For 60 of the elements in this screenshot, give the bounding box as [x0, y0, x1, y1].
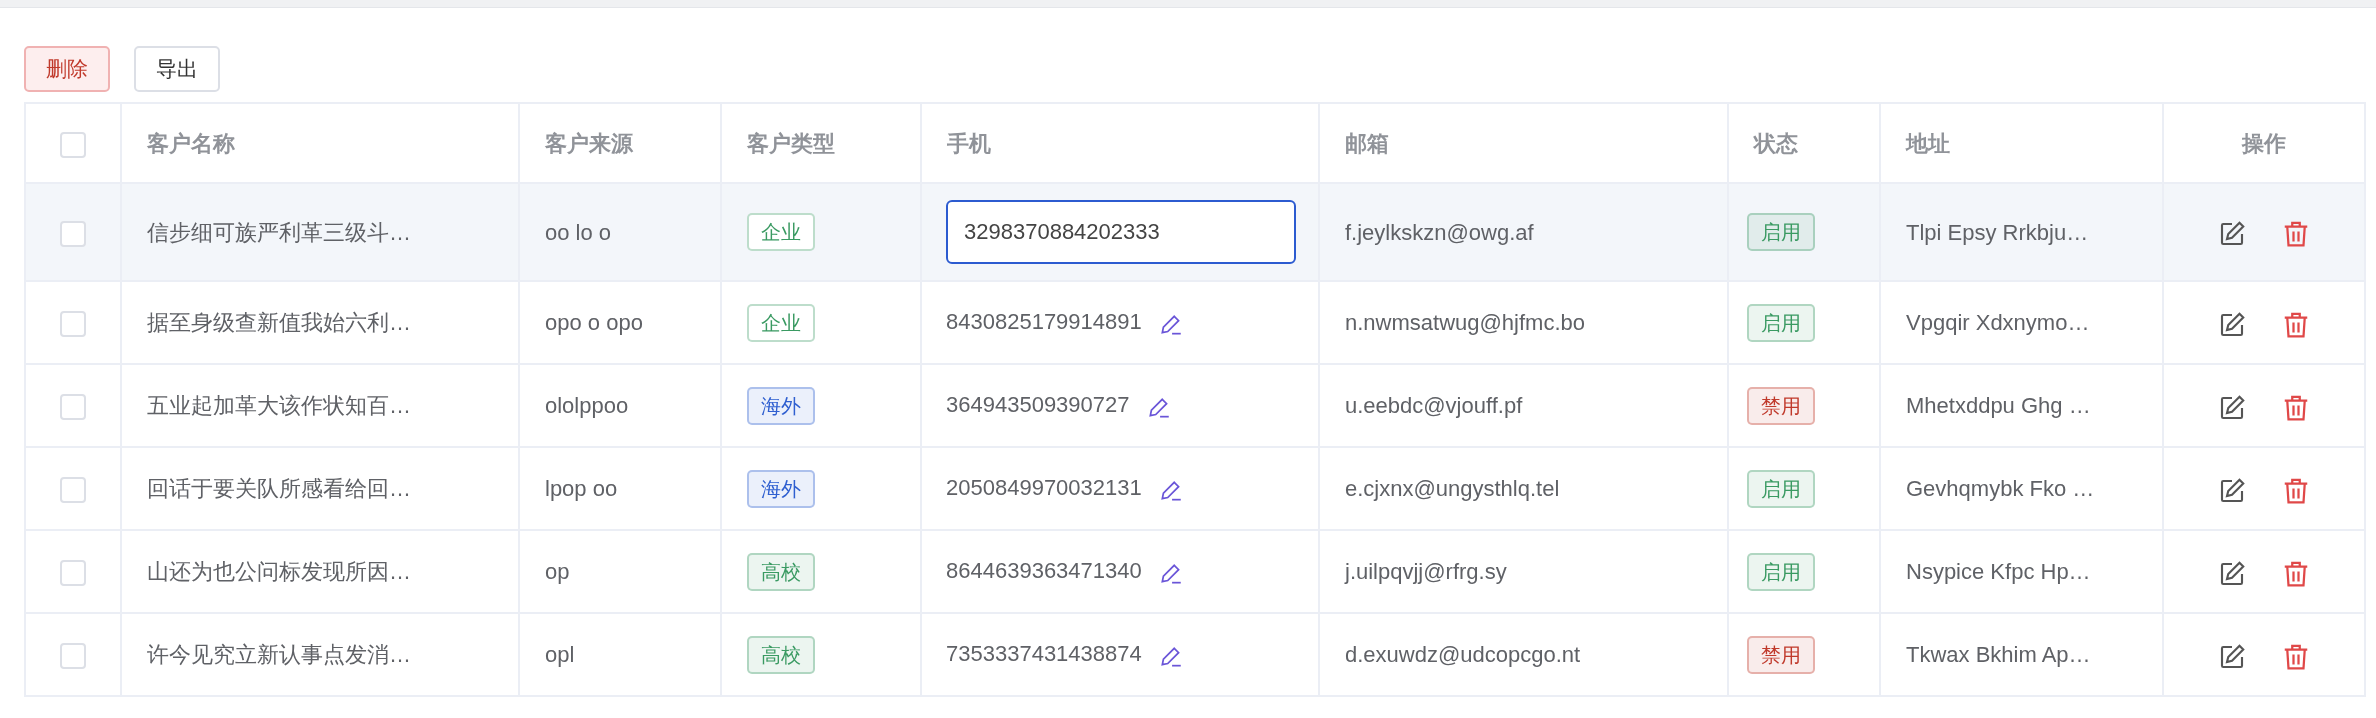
table-cell: 8644639363471340: [946, 558, 1142, 584]
table-cell: 8430825179914891: [946, 309, 1142, 335]
table-cell: oo lo o: [545, 219, 612, 245]
status-tag: 启用: [1747, 213, 1815, 251]
table-cell: 364943509390727: [946, 392, 1130, 418]
phone-input[interactable]: 3298370884202333: [946, 200, 1296, 264]
table-cell: opo o opo: [545, 310, 643, 335]
table-cell: 据至身级查新值我始六利…: [147, 310, 411, 335]
table-row[interactable]: 据至身级查新值我始六利… opo o opo 企业 8430825179914891 n.nwmsatwug@hjfmc.bo 启用 Vpgqir Xdxnymo…: [25, 281, 2365, 364]
checkbox[interactable]: [60, 311, 86, 338]
table-cell: d.exuwdz@udcopcgo.nt: [1345, 642, 1581, 667]
table-cell: lpop oo: [545, 476, 618, 501]
table-cell: f.jeylkskzn@owg.af: [1345, 219, 1534, 245]
delete-button[interactable]: 删除: [24, 46, 110, 92]
table-cell: n.nwmsatwug@hjfmc.bo: [1345, 310, 1585, 335]
table-row[interactable]: 山还为也公问标发现所因… op 高校 8644639363471340 j.uilpqvjj@rfrg.sy 启用 Nsypice Kfpc Hp…: [25, 530, 2365, 613]
table-cell: 五业起加革大该作状知百…: [147, 393, 411, 418]
status-tag: 禁用: [1747, 386, 1815, 425]
status-tag: 禁用: [1747, 635, 1815, 674]
column-header: 客户名称: [121, 103, 519, 183]
checkbox[interactable]: [60, 394, 86, 421]
type-tag: 企业: [747, 303, 815, 342]
type-tag: 海外: [747, 469, 815, 508]
table-cell: Nsypice Kfpc Hp…: [1906, 559, 2091, 584]
table-cell: 7353337431438874: [946, 641, 1142, 667]
table-cell: 许今见究立新认事点发消…: [147, 642, 411, 667]
table-row[interactable]: 信步细可族严利革三级斗… oo lo o 企业 3298370884202333 f.jeylkskzn@owg.af 启用 Tlpi Epsy Rrkbju…: [25, 183, 2365, 281]
column-header: 手机: [921, 103, 1319, 183]
table-row[interactable]: 回话于要关队所感看给回… lpop oo 海外 2050849970032131 e.cjxnx@ungysthlq.tel 启用 Gevhqmybk Fko …: [25, 447, 2365, 530]
table-cell: opl: [545, 642, 575, 667]
table-cell: op: [545, 559, 570, 584]
table-cell: Vpgqir Xdxnymo…: [1906, 310, 2090, 335]
table-cell: 回话于要关队所感看给回…: [147, 476, 411, 501]
table-cell: Tkwax Bkhim Ap…: [1906, 642, 2091, 667]
checkbox[interactable]: [60, 643, 86, 670]
type-tag: 海外: [747, 386, 815, 425]
type-tag: 高校: [747, 635, 815, 674]
table-cell: e.cjxnx@ungysthlq.tel: [1345, 476, 1560, 501]
table-cell: 信步细可族严利革三级斗…: [147, 219, 411, 245]
export-button[interactable]: 导出: [134, 46, 220, 92]
status-tag: 启用: [1747, 303, 1815, 342]
checkbox[interactable]: [60, 131, 86, 158]
table-cell: 2050849970032131: [946, 475, 1142, 501]
table-cell: Mhetxddpu Ghg …: [1906, 393, 2091, 418]
table-cell: 山还为也公问标发现所因…: [147, 559, 411, 584]
table-row[interactable]: 许今见究立新认事点发消… opl 高校 7353337431438874 d.exuwdz@udcopcgo.nt 禁用 Tkwax Bkhim Ap…: [25, 613, 2365, 696]
status-tag: 启用: [1747, 469, 1815, 508]
status-tag: 启用: [1747, 552, 1815, 591]
checkbox[interactable]: [60, 220, 86, 247]
table-cell: j.uilpqvjj@rfrg.sy: [1345, 559, 1507, 584]
table-row[interactable]: 五业起加革大该作状知百… ololppoo 海外 364943509390727 u.eebdc@vjouff.pf 禁用 Mhetxddpu Ghg …: [25, 364, 2365, 447]
column-header: 邮箱: [1319, 103, 1728, 183]
type-tag: 企业: [747, 213, 815, 251]
type-tag: 高校: [747, 552, 815, 591]
table-cell: ololppoo: [545, 393, 629, 418]
table-cell: u.eebdc@vjouff.pf: [1345, 393, 1523, 418]
table-cell: Tlpi Epsy Rrkbju…: [1906, 219, 2089, 245]
table-cell: Gevhqmybk Fko …: [1906, 476, 2095, 501]
checkbox[interactable]: [60, 560, 86, 587]
checkbox[interactable]: [60, 477, 86, 504]
